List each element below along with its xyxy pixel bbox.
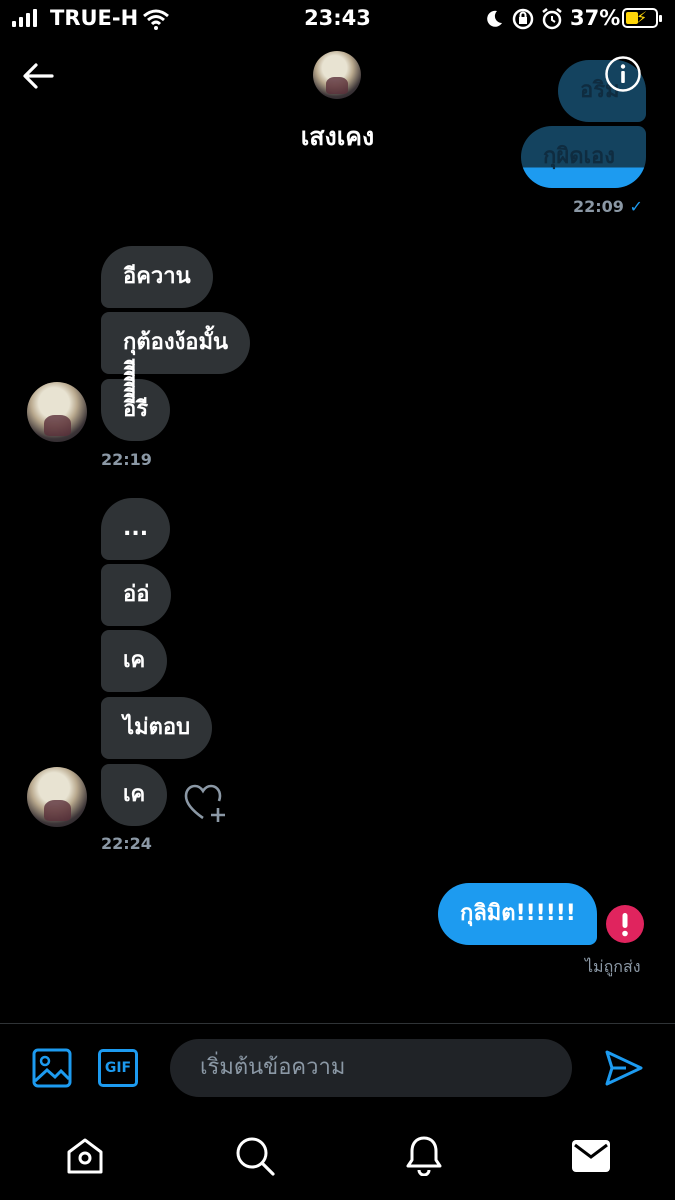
incoming-message[interactable]: กุต้องง้อมั้น <box>101 312 251 374</box>
battery-percent: 37% <box>570 6 621 30</box>
incoming-message[interactable]: เค <box>101 764 168 826</box>
heart-plus-icon[interactable] <box>184 784 228 824</box>
message-timestamp: 22:24 <box>101 834 152 853</box>
sender-avatar[interactable] <box>27 767 87 827</box>
rotation-lock-icon <box>512 8 534 30</box>
incoming-message[interactable]: อ่อ่ <box>101 564 172 626</box>
message-timestamp: 22:09 ✓ <box>573 197 643 216</box>
error-icon[interactable] <box>605 904 645 944</box>
image-icon[interactable] <box>32 1048 72 1088</box>
incoming-message[interactable]: เค <box>101 630 168 692</box>
moon-icon <box>487 10 502 27</box>
search-icon[interactable] <box>234 1135 276 1177</box>
bell-icon[interactable] <box>404 1134 444 1176</box>
not-sent-label: ไม่ถูกส่ง <box>585 957 641 976</box>
info-icon[interactable] <box>604 55 642 93</box>
incoming-message[interactable]: อีควาน <box>101 246 213 308</box>
status-bar: TRUE-H 23:43 37% ⚡ <box>0 0 675 40</box>
incoming-message[interactable]: อีีีีีีีีรี <box>101 379 171 441</box>
incoming-message[interactable]: ... <box>101 498 171 560</box>
message-text: กุผิดเอง <box>543 144 615 169</box>
outgoing-message[interactable]: กุลิมิต!!!!!! <box>438 883 597 945</box>
message-input[interactable]: เริ่มต้นข้อความ <box>170 1039 572 1097</box>
incoming-message[interactable]: ไม่ตอบ <box>101 697 213 759</box>
send-icon[interactable] <box>604 1048 644 1088</box>
read-check-icon: ✓ <box>629 197 643 216</box>
alarm-icon <box>542 8 562 30</box>
header-avatar[interactable] <box>313 51 361 99</box>
home-icon[interactable] <box>65 1136 105 1176</box>
divider <box>0 1023 675 1024</box>
mail-icon[interactable] <box>572 1140 610 1172</box>
battery-icon: ⚡ <box>622 8 662 28</box>
message-timestamp: 22:19 <box>101 450 152 469</box>
outgoing-message-faded: กุผิดเอง <box>521 126 646 188</box>
back-arrow-icon[interactable] <box>18 58 58 94</box>
sender-avatar[interactable] <box>27 382 87 442</box>
gif-button[interactable]: GIF <box>98 1049 138 1087</box>
